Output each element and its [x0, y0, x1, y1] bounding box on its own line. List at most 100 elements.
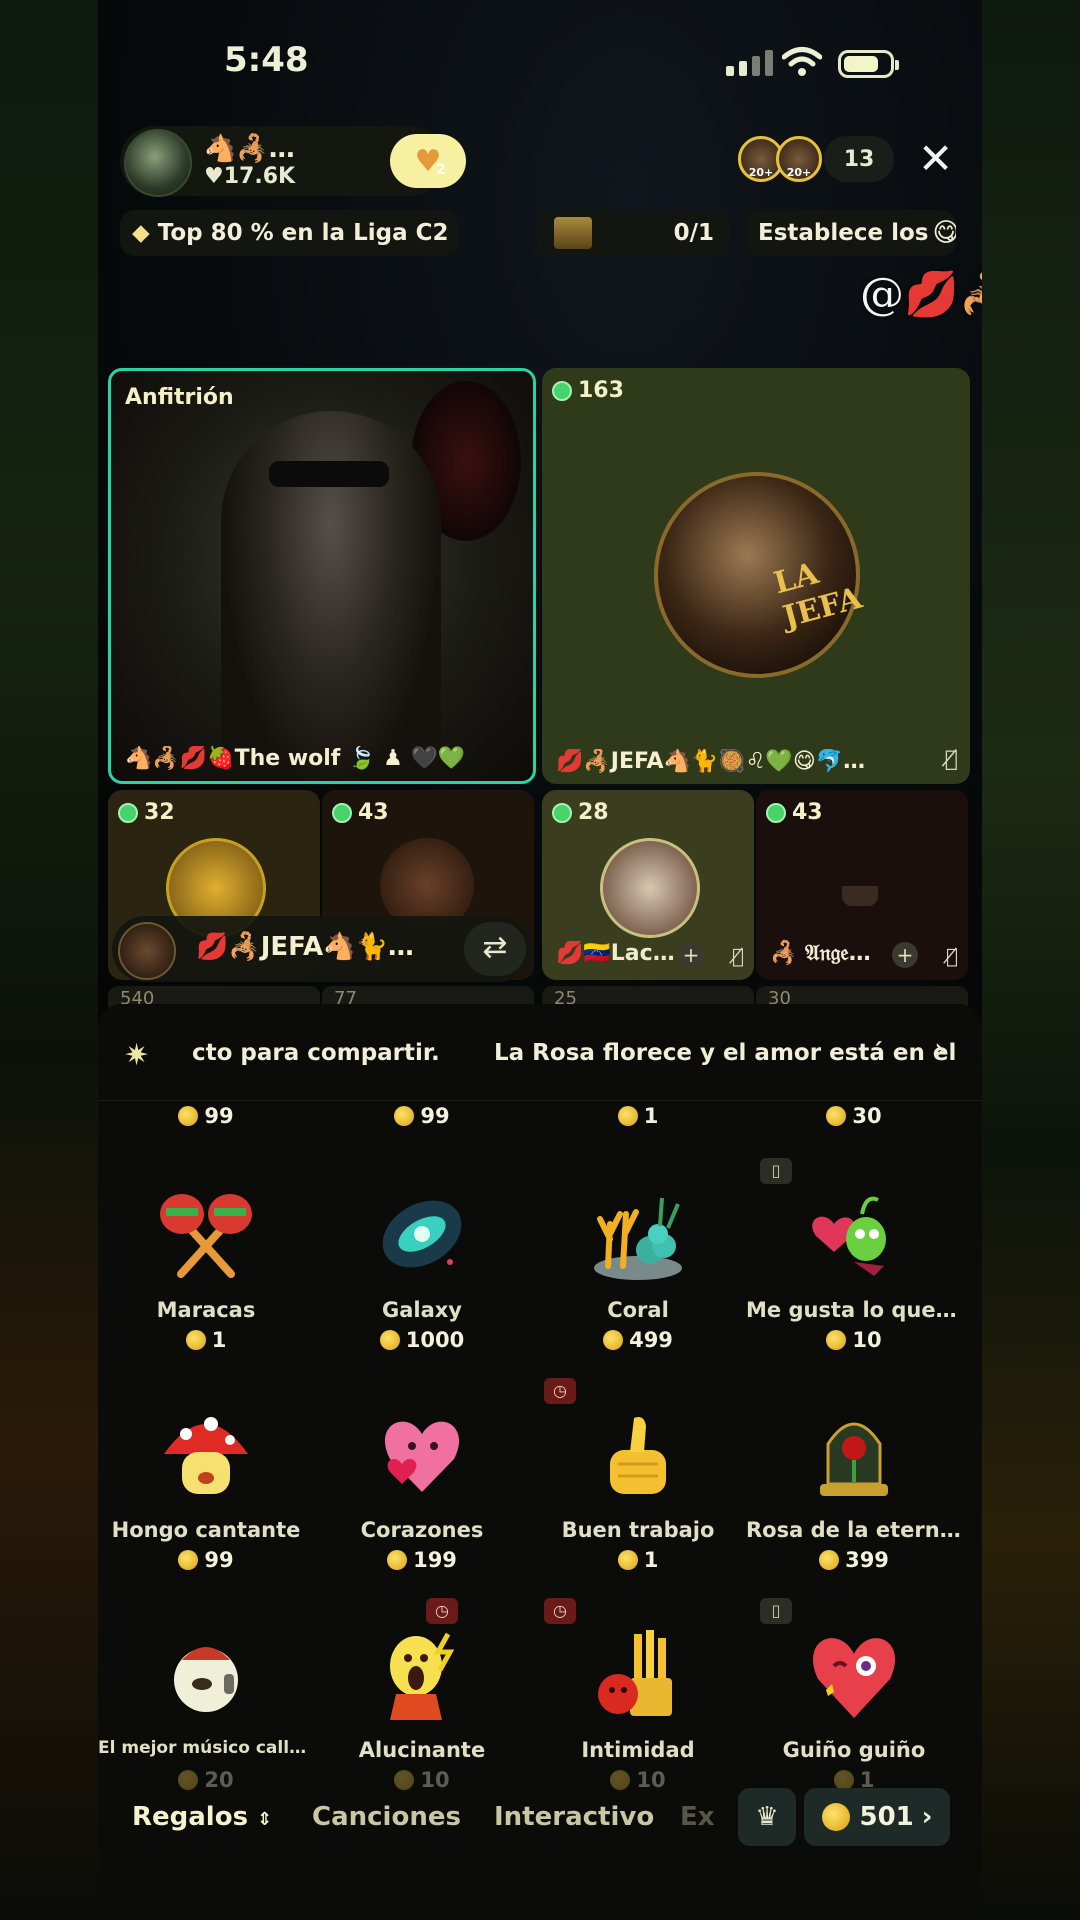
video-gift-icon: ▯ [760, 1598, 792, 1624]
gift-coral[interactable]: Coral 499 [530, 1164, 746, 1374]
gift-name: Me gusta lo que veo [746, 1298, 962, 1322]
sparkle-book-icon: ✷ [124, 1038, 150, 1073]
chevron-right-icon[interactable]: › [934, 1032, 946, 1067]
league-badge[interactable]: ◆ Top 80 % en la Liga C2 [120, 210, 458, 256]
tab-canciones[interactable]: Canciones [312, 1802, 461, 1832]
phone-screen: 5:48 🐴🦂… ♥17.6K ♥ 2 20+ 20+ 13 ✕ ◆ Top 8… [98, 0, 982, 1920]
seat-avatar [118, 922, 176, 980]
coral-icon [594, 1197, 682, 1280]
guest-tile[interactable]: 43 🦂 𝔄𝔫𝔤𝔢… + 🎙̸ [756, 790, 968, 980]
crown-icon[interactable]: ♛ [738, 1788, 796, 1846]
coin-icon [826, 1106, 847, 1126]
gift-price: 1 [530, 1548, 746, 1572]
coin-icon [178, 1550, 199, 1570]
mic-muted-icon: 🎙̸ [944, 747, 958, 772]
gift-name: Buen trabajo [561, 1518, 715, 1542]
viewer-count[interactable]: 13 [824, 136, 894, 182]
league-text: Top 80 % en la Liga C2 [157, 220, 449, 246]
scream-icon [390, 1632, 455, 1720]
treasure-icon [554, 217, 592, 249]
sunglasses [269, 461, 389, 487]
host-tile-name: 🐴🦂💋🍓The wolf 🍃 ♟ 🖤💚 [125, 746, 466, 771]
coin-icon [387, 1550, 408, 1570]
guest-name: 🦂 𝔄𝔫𝔤𝔢… [770, 941, 871, 966]
right-blur-backdrop [982, 0, 1080, 1920]
coin-icon [617, 1106, 638, 1126]
guest-avatar[interactable]: LA JEFA [654, 472, 866, 678]
thumbs-up-icon [610, 1417, 666, 1494]
coin-icon [617, 1550, 638, 1570]
gift-rosa-de-la-eternidad[interactable]: Rosa de la eternidad 399 [746, 1384, 962, 1594]
gift-price: 499 [530, 1328, 746, 1352]
left-blur-backdrop [0, 0, 98, 1920]
host-avatar[interactable] [124, 129, 192, 197]
maracas-icon [160, 1194, 252, 1278]
guest-tile-name: 💋🦂JEFA🐴🐈🥘♌💚😋🐬… [556, 749, 866, 774]
add-icon[interactable]: + [678, 942, 704, 968]
goal-button[interactable]: Establece los 😋 [746, 210, 956, 256]
gift-price: 1 [98, 1328, 314, 1352]
tab-regalos[interactable]: Regalos ⇕ [132, 1802, 272, 1832]
add-icon[interactable]: + [892, 942, 918, 968]
coin-balance-button[interactable]: 501 › [804, 1788, 950, 1846]
rose-dome-icon [820, 1422, 888, 1496]
gift-price: 30 [746, 1100, 962, 1132]
current-seat-bar[interactable]: 💋🦂JEFA🐴🐈… ⇄ [112, 916, 532, 982]
tab-interactivo[interactable]: Interactivo [494, 1802, 654, 1832]
timer-icon: ◷ [544, 1598, 576, 1624]
trophy-progress[interactable]: 0/1 [538, 210, 730, 256]
guest-name: 💋🇻🇪Lac… [556, 941, 675, 966]
coin-icon [826, 1330, 847, 1350]
gift-corazones[interactable]: Corazones 199 [314, 1384, 530, 1594]
gift-hongo-cantante[interactable]: Hongo cantante 99 [98, 1384, 314, 1594]
host-info-pill[interactable]: 🐴🦂… ♥17.6K ♥ 2 [120, 126, 466, 197]
gift-name: Corazones [360, 1518, 484, 1542]
gift-buen-trabajo[interactable]: ◷ Buen trabajo 1 [530, 1378, 746, 1594]
live-dot-icon [552, 802, 572, 823]
promo-ticker[interactable]: ✷ cto para compartir. La Rosa florece y … [98, 1004, 982, 1101]
viewer-avatar[interactable]: 20+ [776, 136, 822, 182]
hearts-icon [384, 1421, 460, 1492]
trophy-progress-text: 0/1 [673, 220, 714, 246]
gift-price: 1 [530, 1100, 746, 1132]
live-dot-icon [766, 802, 786, 823]
viewer-list[interactable]: 20+ 20+ 13 [738, 136, 894, 182]
live-dot-icon [118, 802, 138, 823]
timer-icon: ◷ [544, 1378, 576, 1404]
guest-score: 43 [332, 800, 389, 825]
guest-tile[interactable]: 163 LA JEFA 💋🦂JEFA🐴🐈🥘♌💚😋🐬… 🎙̸ [542, 368, 970, 784]
wink-heart-icon [812, 1638, 896, 1718]
host-name: 🐴🦂… [204, 134, 295, 164]
seat-name: 💋🦂JEFA🐴🐈… [196, 932, 414, 962]
gift-name: Hongo cantante [111, 1518, 301, 1542]
follow-heart-button[interactable]: ♥ 2 [390, 134, 466, 188]
guest-tile[interactable]: 28 💋🇻🇪Lac… + 🎙̸ [542, 790, 754, 980]
goal-text: Establece los [758, 220, 929, 246]
coin-icon [603, 1330, 624, 1350]
mushroom-icon [164, 1417, 248, 1494]
guest-avatar[interactable] [600, 838, 700, 938]
gift-price: 99 [98, 1100, 314, 1132]
sort-icon: ⇕ [257, 1809, 273, 1830]
host-likes: ♥17.6K [204, 164, 296, 189]
gift-maracas[interactable]: Maracas 1 [98, 1164, 314, 1374]
close-icon[interactable]: ✕ [918, 136, 953, 182]
coin-icon [394, 1106, 415, 1126]
gift-name: Coral [607, 1298, 669, 1322]
swap-icon[interactable]: ⇄ [464, 922, 526, 976]
tab-more[interactable]: Ex [680, 1802, 715, 1832]
heart-alien-icon [812, 1196, 886, 1276]
battery-icon [838, 50, 899, 78]
host-video-tile[interactable]: Anfitrión 🐴🦂💋🍓The wolf 🍃 ♟ 🖤💚 [108, 368, 536, 784]
gift-galaxy[interactable]: Galaxy 1000 [314, 1164, 530, 1374]
gift-name: Guiño guiño [782, 1738, 926, 1762]
timer-icon: ◷ [426, 1598, 458, 1624]
gift-me-gusta-lo-que-veo[interactable]: ▯ Me gusta lo que veo 10 [746, 1158, 962, 1374]
guest-score: 32 [118, 800, 175, 825]
coin-icon [185, 1330, 206, 1350]
face-icon: 😋 [932, 218, 956, 248]
guest-logo-text: LA JEFA [770, 556, 866, 636]
gift-price: 399 [746, 1548, 962, 1572]
gift-name: Rosa de la eternidad [746, 1518, 962, 1542]
coin-icon [819, 1550, 840, 1570]
